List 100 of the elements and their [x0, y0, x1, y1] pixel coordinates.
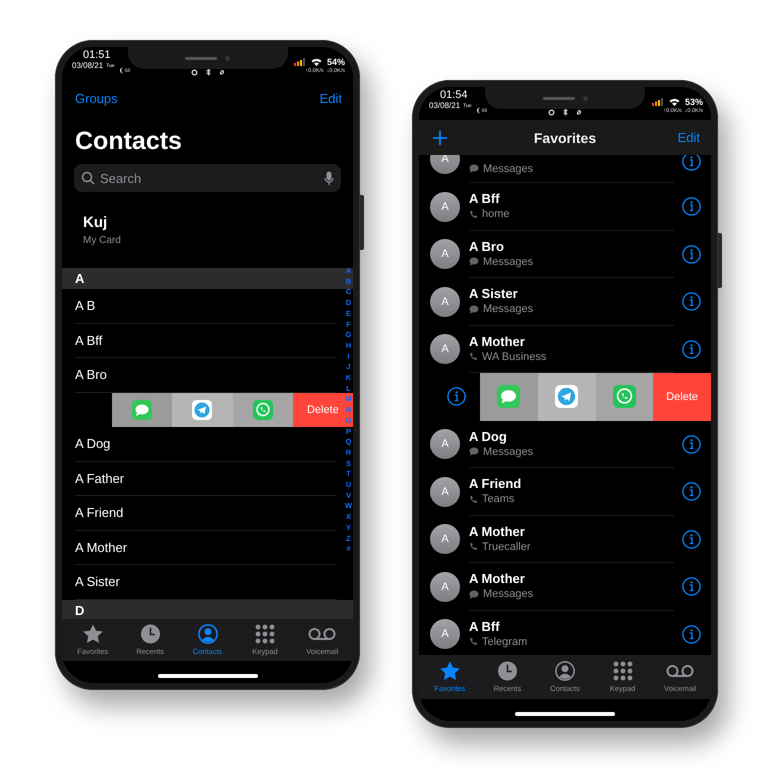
- avatar: A: [430, 476, 460, 507]
- person-icon: [196, 624, 219, 644]
- clock-icon: [496, 661, 518, 681]
- page-title: Favorites: [534, 130, 596, 146]
- favorite-row[interactable]: A A Bff home: [419, 183, 711, 230]
- clock-icon: [140, 624, 161, 644]
- status-time: 01:54: [440, 90, 468, 101]
- paper-plane-icon: [555, 385, 578, 408]
- signal-icon: [652, 98, 664, 106]
- info-icon[interactable]: [682, 244, 701, 264]
- contact-name: A Dog: [469, 428, 508, 445]
- contact-detail: home: [482, 207, 510, 222]
- info-icon[interactable]: [682, 292, 701, 312]
- favorite-row[interactable]: A A Dog Messages: [419, 420, 711, 468]
- search-icon: [81, 171, 95, 185]
- contact-detail: Messages: [483, 302, 534, 316]
- speech-bubble-icon: [469, 590, 479, 599]
- contact-name: A Friend: [469, 476, 522, 492]
- contact-row[interactable]: A B: [75, 289, 337, 324]
- page-title: Contacts: [75, 126, 183, 157]
- contact-detail: Teams: [482, 492, 514, 506]
- speech-bubble-icon: [469, 164, 479, 173]
- phone-icon: [469, 542, 478, 552]
- contact-detail: Messages: [483, 254, 534, 269]
- avatar: A: [430, 619, 460, 650]
- my-card-label: My Card: [83, 235, 122, 246]
- keypad-icon: [612, 661, 633, 681]
- avatar: A: [430, 524, 460, 554]
- phone-bubble-icon: [252, 400, 273, 420]
- contact-name: A Mother: [469, 571, 526, 588]
- contact-name: A Sister: [469, 286, 519, 302]
- wifi-icon: [310, 58, 322, 66]
- section-header: D: [62, 600, 353, 619]
- contact-row[interactable]: A Dog: [75, 427, 337, 462]
- my-card-name[interactable]: Kuj: [83, 214, 353, 232]
- contact-row[interactable]: A Friend: [75, 496, 337, 530]
- favorite-row[interactable]: A A Friend Teams: [419, 468, 711, 516]
- contact-detail: Messages: [483, 444, 534, 459]
- star-icon: [438, 661, 461, 681]
- status-date: 03/08/21: [429, 101, 460, 110]
- telegram-action[interactable]: [538, 373, 596, 420]
- status-time: 01:51: [83, 50, 111, 61]
- keypad-icon: [254, 624, 275, 644]
- battery-percent: 53%: [684, 97, 703, 107]
- bluetooth-icon: [563, 108, 568, 116]
- chat-bubble-icon: [497, 385, 520, 408]
- star-icon: [82, 624, 104, 644]
- contact-detail: Messages: [483, 587, 534, 602]
- messages-action[interactable]: [112, 392, 172, 427]
- info-icon[interactable]: [682, 340, 701, 359]
- avatar: A: [430, 192, 460, 222]
- info-icon[interactable]: [682, 197, 701, 216]
- info-icon[interactable]: [447, 387, 466, 406]
- contact-row[interactable]: A Mother: [75, 530, 337, 565]
- contact-name: A Mother: [469, 524, 526, 540]
- contact-name: A Bff: [469, 618, 501, 635]
- search-bar[interactable]: Search: [74, 164, 341, 192]
- phone-icon: [469, 494, 478, 504]
- info-icon[interactable]: [682, 624, 701, 644]
- wifi-icon: [668, 98, 680, 106]
- info-icon[interactable]: [682, 482, 701, 502]
- messages-action[interactable]: [480, 373, 538, 420]
- delete-button[interactable]: Delete: [653, 373, 711, 420]
- favorite-row[interactable]: A A Sister Messages: [419, 278, 711, 326]
- contact-name: A Bro: [469, 238, 505, 255]
- speech-bubble-icon: [469, 447, 479, 456]
- favorite-row[interactable]: A A Mother Messages: [419, 563, 711, 610]
- info-icon[interactable]: [682, 155, 701, 170]
- speech-bubble-icon: [469, 304, 479, 314]
- moon-icon: [118, 67, 124, 74]
- contact-detail: WA Business: [482, 350, 546, 364]
- moon-icon: [476, 107, 481, 114]
- info-icon[interactable]: [682, 577, 701, 596]
- paper-plane-icon: [192, 400, 212, 420]
- avatar: A: [430, 334, 460, 364]
- bluetooth-icon: [206, 68, 210, 76]
- search-field[interactable]: Search: [100, 170, 319, 186]
- phone-icon: [469, 352, 478, 362]
- contact-name: A Mother: [469, 334, 526, 350]
- edit-link[interactable]: Edit: [320, 90, 342, 106]
- edit-link[interactable]: Edit: [678, 130, 700, 145]
- favorite-row[interactable]: A A Bro Messages: [419, 230, 711, 278]
- avatar: A: [430, 239, 460, 270]
- contact-row[interactable]: A Bff: [75, 324, 337, 358]
- person-icon: [554, 661, 576, 681]
- microphone-icon[interactable]: [324, 170, 334, 186]
- add-icon[interactable]: [432, 130, 448, 146]
- contact-detail: Truecaller: [482, 540, 530, 554]
- telegram-action[interactable]: [172, 392, 232, 427]
- groups-link[interactable]: Groups: [75, 90, 118, 106]
- signal-icon: [294, 58, 306, 66]
- contact-detail: Messages: [483, 162, 534, 176]
- contact-name: A Bff: [469, 191, 501, 208]
- info-icon[interactable]: [682, 530, 701, 549]
- contact-row[interactable]: A Father: [75, 462, 337, 496]
- phone-bubble-icon: [612, 385, 636, 408]
- status-date: 03/08/21: [72, 61, 104, 70]
- info-icon[interactable]: [682, 434, 701, 454]
- avatar: A: [430, 429, 460, 460]
- favorite-row[interactable]: A A Mother Truecaller: [419, 516, 711, 563]
